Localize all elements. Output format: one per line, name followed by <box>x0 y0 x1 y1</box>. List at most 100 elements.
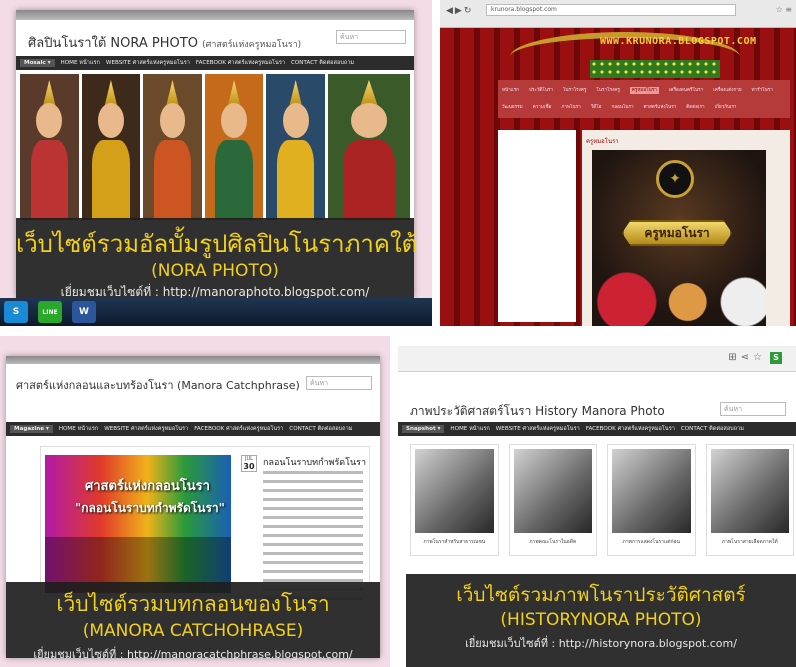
nora-photo-blog-window: ศิลปินโนราใต้ NORA PHOTO (ศาสตร์แห่งครูห… <box>16 10 418 299</box>
banner-headline: เว็บไซต์รวมบทกลอนของโนรา <box>56 592 330 616</box>
post-image[interactable]: ศาสตร์แห่งกลอนโนรา "กลอนโนราบทกำพรัดโนรา… <box>45 455 231 593</box>
view-mode-dropdown[interactable]: Magazine ▾ <box>10 425 53 433</box>
browser-chrome: ◀▶↻ krunora.blogspot.com ☆ ≡ <box>440 0 796 28</box>
photo-card[interactable]: ภาพคณะโนราในอดีต <box>508 444 597 556</box>
dancer-photo[interactable] <box>20 74 79 220</box>
menu-item[interactable]: โนราโรงครู <box>596 87 619 94</box>
banner-site-name: (NORA PHOTO) <box>151 261 279 281</box>
banner-site-name: (HISTORYNORA PHOTO) <box>500 610 702 630</box>
menu-item[interactable]: เครื่องดนตรีโนรา <box>669 87 703 94</box>
view-mode-dropdown[interactable]: Mosaic ▾ <box>20 59 55 67</box>
manora-catchphrase-screenshot: ศาสตร์แห่งกลอนและบทร้องโนรา (Manora Catc… <box>0 336 390 667</box>
masks-image <box>592 266 766 326</box>
search-input[interactable]: ค้นหา <box>720 402 786 416</box>
site-content: ครูหมอโนรา ✦ ครูหมอโนรา <box>582 130 790 326</box>
photo-card[interactable]: ภาพการแสดงโนราแต่ก่อน <box>607 444 696 556</box>
browser-share-star-icons[interactable]: ⊞⋖☆ <box>728 352 766 363</box>
plaque-label: ครูหมอโนรา <box>622 220 732 246</box>
page-title: ศาสตร์แห่งกลอนและบทร้องโนรา (Manora Catc… <box>16 379 300 392</box>
photo-caption: ภาพคณะโนราในอดีต <box>529 539 577 545</box>
search-input[interactable]: ค้นหา <box>336 30 406 44</box>
kru-mor-poster: ✦ ครูหมอโนรา <box>592 150 766 326</box>
banner-site-name: (MANORA CATCHOHRASE) <box>82 621 304 641</box>
nav-contact-link[interactable]: CONTACT ติดต่อสอบถาม <box>681 425 744 433</box>
banner-url: เยี่ยมชมเว็บไซต์ที่ : http://historynora… <box>465 637 737 650</box>
menu-item[interactable]: หน้าแรก <box>502 87 519 94</box>
blog-nav-bar: Magazine ▾ HOME หน้าแรก WEBSITE ศาสตร์แห… <box>6 422 380 436</box>
history-nora-screenshot: ⊞⋖☆ S ภาพประวัติศาสตร์โนรา History Manor… <box>398 346 796 667</box>
nav-home-link[interactable]: HOME หน้าแรก <box>59 425 98 433</box>
photo-card[interactable]: ภาพโนราสำหรับสาธารณชน <box>410 444 499 556</box>
nav-contact-link[interactable]: CONTACT ติดต่อสอบถาม <box>291 59 354 67</box>
historic-photo <box>513 449 592 533</box>
browser-menu-icon[interactable]: ☆ ≡ <box>776 5 792 14</box>
window-top-stripe <box>6 356 380 364</box>
menu-item[interactable]: เครื่องแต่งกาย <box>713 87 741 94</box>
menu-item[interactable]: โนราโรงครู <box>563 87 586 94</box>
banner-headline: เว็บไซต์รวมอัลบั้มรูปศิลปินโนราภาคใต้ <box>16 230 418 258</box>
page-title: ภาพประวัติศาสตร์โนรา History Manora Phot… <box>410 404 665 418</box>
line-icon[interactable]: LINE <box>38 301 62 323</box>
menu-item[interactable]: ภาพโนรา <box>561 104 580 111</box>
post-image-subtitle: "กลอนโนราบทกำพรัดโนรา" <box>75 501 225 515</box>
view-mode-dropdown[interactable]: Snapshot ▾ <box>402 425 445 433</box>
promo-banner: เว็บไซต์รวมบทกลอนของโนรา (MANORA CATCHOH… <box>6 582 380 661</box>
window-top-stripe <box>16 10 414 20</box>
photo-caption: ภาพการแสดงโนราแต่ก่อน <box>622 539 680 545</box>
menu-item-active[interactable]: ครูหมอโนรา <box>629 87 659 94</box>
menu-item[interactable]: ประวัติโนรา <box>529 87 553 94</box>
address-bar[interactable]: krunora.blogspot.com <box>486 4 736 16</box>
word-icon[interactable]: W <box>72 301 96 323</box>
menu-item[interactable]: ความเชื่อ <box>533 104 552 111</box>
historic-photo <box>710 449 789 533</box>
catchphrase-blog-window: ศาสตร์แห่งกลอนและบทร้องโนรา (Manora Catc… <box>6 356 380 661</box>
dancer-photo[interactable] <box>204 74 264 220</box>
windows-taskbar: S LINE W <box>0 298 432 326</box>
blog-nav-bar: Snapshot ▾ HOME หน้าแรก WEBSITE ศาสตร์แห… <box>398 422 796 436</box>
dancer-photo[interactable] <box>143 74 202 220</box>
nav-home-link[interactable]: HOME หน้าแรก <box>450 425 489 433</box>
nav-facebook-link[interactable]: FACEBOOK ศาสตร์แห่งครูหมอโนรา <box>194 425 283 433</box>
search-input[interactable]: ค้นหา <box>306 376 372 390</box>
page-title: ศิลปินโนราใต้ NORA PHOTO (ศาสตร์แห่งครูห… <box>28 32 301 53</box>
menu-item[interactable]: ศาสตร์แห่งโนรา <box>644 104 677 111</box>
nav-website-link[interactable]: WEBSITE ศาสตร์แห่งครูหมอโนรา <box>104 425 188 433</box>
site-menu: หน้าแรก ประวัติโนรา โนราโรงครู โนราโรงคร… <box>498 80 790 118</box>
extension-icon[interactable]: S <box>770 352 782 364</box>
promo-banner: เว็บไซต์รวมอัลบั้มรูปศิลปินโนราภาคใต้ (N… <box>16 218 418 299</box>
krunora-screenshot: ◀▶↻ krunora.blogspot.com ☆ ≡ WWW.KRUNORA… <box>440 0 796 326</box>
page-subtitle: (ศาสตร์แห่งครูหมอโนรา) <box>202 40 302 50</box>
promo-banner: เว็บไซต์รวมภาพโนราประวัติศาสตร์ (HISTORY… <box>406 574 796 667</box>
photo-caption: ภาพโนราสำหรับสาธารณชน <box>423 539 486 545</box>
skype-icon[interactable]: S <box>4 301 28 323</box>
content-title: ครูหมอโนรา <box>586 138 619 145</box>
menu-item[interactable]: วีดีโอ <box>591 104 602 111</box>
nav-contact-link[interactable]: CONTACT ติดต่อสอบถาม <box>289 425 352 433</box>
menu-item[interactable]: วัฒนธรรม <box>502 104 523 111</box>
dancer-photo[interactable] <box>81 74 141 220</box>
page-title-text: ศิลปินโนราใต้ NORA PHOTO <box>28 36 198 51</box>
photo-card[interactable]: ภาพโนราสายเลือดภาคใต้ <box>705 444 794 556</box>
nav-home-link[interactable]: HOME หน้าแรก <box>61 59 100 67</box>
browser-chrome: ⊞⋖☆ S <box>398 346 796 372</box>
menu-item[interactable]: ท่ารำโนรา <box>752 87 773 94</box>
historic-photo <box>612 449 691 533</box>
nav-website-link[interactable]: WEBSITE ศาสตร์แห่งครูหมอโนรา <box>106 59 190 67</box>
menu-item[interactable]: ติดต่อเรา <box>686 104 704 111</box>
post-date-badge: JUL 30 <box>241 455 257 472</box>
emblem-icon: ✦ <box>656 160 694 198</box>
post-image-title: ศาสตร์แห่งกลอนโนรา <box>85 479 210 494</box>
nav-facebook-link[interactable]: FACEBOOK ศาสตร์แห่งครูหมอโนรา <box>196 59 285 67</box>
photo-caption: ภาพโนราสายเลือดภาคใต้ <box>721 539 778 545</box>
menu-item[interactable]: กลอนโนรา <box>611 104 633 111</box>
site-url-header: WWW.KRUNORA.BLOGSPOT.COM <box>600 36 757 47</box>
browser-nav-buttons[interactable]: ◀▶↻ <box>446 6 473 16</box>
post-date-day: 30 <box>243 462 255 471</box>
blog-nav-bar: Mosaic ▾ HOME หน้าแรก WEBSITE ศาสตร์แห่ง… <box>16 56 414 70</box>
post-title[interactable]: กลอนโนราบทกำพรัดโนรา <box>263 455 366 469</box>
nav-facebook-link[interactable]: FACEBOOK ศาสตร์แห่งครูหมอโนรา <box>586 425 675 433</box>
dancer-photo[interactable] <box>327 74 410 220</box>
dancer-photo[interactable] <box>266 74 325 220</box>
nav-website-link[interactable]: WEBSITE ศาสตร์แห่งครูหมอโนรา <box>496 425 580 433</box>
menu-item[interactable]: เกี่ยวกับเรา <box>715 104 737 111</box>
